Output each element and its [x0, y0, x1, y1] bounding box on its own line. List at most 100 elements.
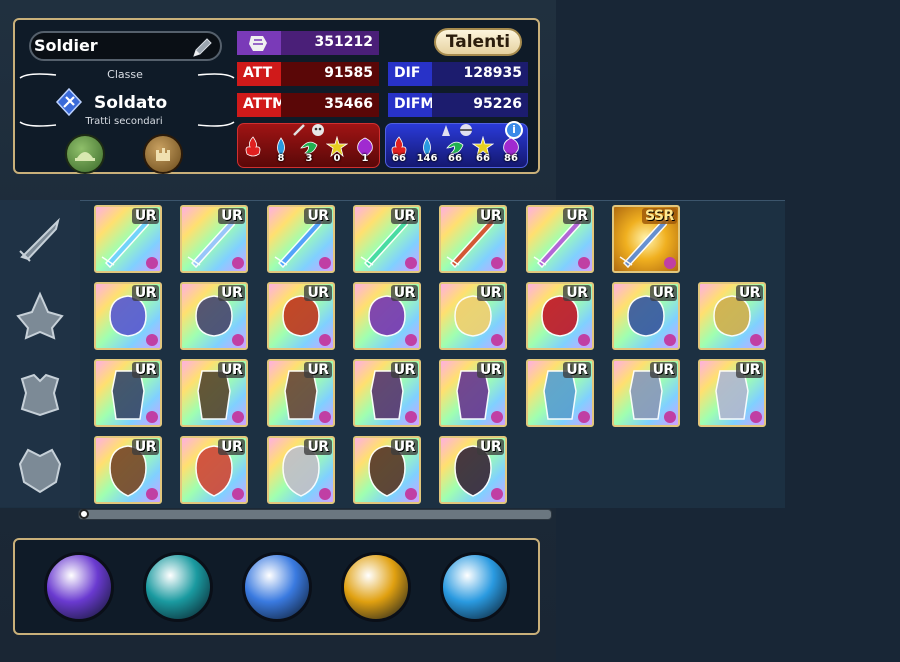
- rarity-badge: UR: [304, 208, 332, 224]
- equipment-item-accessory[interactable]: UR: [180, 282, 249, 350]
- equipment-item-accessory[interactable]: UR: [611, 282, 680, 350]
- def-label-box: DIF: [388, 62, 432, 86]
- att-label: ATT: [243, 65, 273, 81]
- rarity-badge: UR: [218, 208, 246, 224]
- class-name: Soldato: [94, 93, 168, 113]
- trait-green-button[interactable]: [65, 134, 105, 174]
- slot-badge-icon: [404, 334, 417, 346]
- talents-button[interactable]: Talenti: [434, 28, 522, 56]
- att-value: 91585: [324, 65, 373, 81]
- slot-badge-icon: [146, 334, 158, 346]
- equipment-item-armor[interactable]: UR: [611, 359, 680, 427]
- def-value: 128935: [463, 65, 522, 81]
- equipment-item-sword[interactable]: UR: [266, 205, 335, 273]
- rarity-badge: UR: [477, 439, 505, 455]
- element-resist-item: 66: [444, 136, 466, 176]
- rarity-badge: UR: [563, 285, 591, 301]
- fire-element-icon: [245, 136, 261, 157]
- rarity-badge: UR: [390, 208, 418, 224]
- slot-badge-icon: [577, 257, 590, 269]
- equipment-item-armor[interactable]: UR: [180, 359, 249, 427]
- equipment-item-sword[interactable]: UR: [94, 205, 162, 273]
- element-resist-item: 86: [500, 136, 522, 176]
- weapon-slot-icon: [19, 217, 60, 262]
- slot-badge-icon: [404, 411, 417, 423]
- slot-badge-icon: [146, 257, 158, 269]
- rarity-badge: SSR: [641, 208, 677, 224]
- slot-badge-icon: [577, 334, 590, 346]
- attm-label-box: ATTM: [237, 93, 286, 117]
- character-screen: Soldier Classe Soldato Tratti secondari …: [0, 0, 900, 662]
- equipment-item-armor[interactable]: UR: [439, 359, 508, 427]
- element-resist-item: 3: [298, 136, 320, 176]
- scroll-thumb[interactable]: [79, 509, 89, 519]
- slash-skill-icon[interactable]: [143, 552, 213, 622]
- att-value-box: 91585: [281, 62, 379, 86]
- def-label: DIF: [394, 65, 421, 81]
- slot-badge-icon: [146, 411, 158, 423]
- rarity-badge: UR: [131, 208, 159, 224]
- element-resist-item: 146: [416, 136, 438, 176]
- equipment-item-accessory[interactable]: UR: [525, 282, 594, 350]
- class-heading: Classe: [107, 68, 143, 81]
- equipment-item-armor[interactable]: UR: [352, 359, 421, 427]
- element-resist-item: 8: [270, 136, 292, 176]
- equipment-item-accessory[interactable]: UR: [352, 282, 421, 350]
- rarity-badge: UR: [304, 439, 332, 455]
- rarity-badge: UR: [390, 285, 418, 301]
- equipment-item-accessory[interactable]: UR: [266, 282, 335, 350]
- rarity-badge: UR: [218, 362, 246, 378]
- armor-slot-icon: [20, 373, 60, 417]
- equipment-item-accessory[interactable]: UR: [94, 282, 162, 350]
- equipment-item-accessory[interactable]: UR: [439, 282, 508, 350]
- equipment-item-portrait[interactable]: UR: [94, 436, 162, 504]
- equipment-item-accessory[interactable]: UR: [698, 282, 767, 350]
- element-resist-value: 86: [504, 153, 518, 164]
- rarity-badge: UR: [563, 208, 591, 224]
- equipment-item-sword[interactable]: UR: [180, 205, 249, 273]
- equipment-item-sword[interactable]: SSR: [611, 205, 680, 273]
- heart-skill-icon[interactable]: [242, 552, 312, 622]
- equipment-item-portrait[interactable]: UR: [266, 436, 335, 504]
- equipment-item-portrait[interactable]: UR: [439, 436, 508, 504]
- equipment-item-sword[interactable]: UR: [525, 205, 594, 273]
- ornament-right-bottom-icon: [197, 121, 235, 127]
- slot-badge-icon: [318, 257, 331, 269]
- hat-icon: [75, 152, 95, 161]
- equipment-item-armor[interactable]: UR: [525, 359, 594, 427]
- defm-label-box: DIFM: [388, 93, 435, 117]
- gauntlet-skill-icon[interactable]: [44, 552, 114, 622]
- ornament-right-icon: [197, 73, 235, 79]
- equipment-item-sword[interactable]: UR: [352, 205, 421, 273]
- pencil-icon[interactable]: [190, 36, 214, 60]
- equipment-item-portrait[interactable]: UR: [180, 436, 249, 504]
- attm-label: ATTM: [243, 96, 287, 112]
- equipment-item-armor[interactable]: UR: [94, 359, 162, 427]
- castle-icon: [156, 148, 170, 161]
- slot-badge-icon: [663, 411, 676, 423]
- character-name: Soldier: [34, 36, 98, 55]
- rarity-badge: UR: [649, 362, 677, 378]
- rarity-badge: UR: [131, 362, 159, 378]
- rarity-badge: UR: [477, 208, 505, 224]
- att-label-box: ATT: [237, 62, 281, 86]
- equipment-item-armor[interactable]: UR: [698, 359, 767, 427]
- wave-skill-icon[interactable]: [440, 552, 510, 622]
- soldier-class-icon: [55, 88, 83, 116]
- slot-badge-icon: [404, 488, 417, 500]
- equipment-scrollbar[interactable]: [78, 509, 552, 520]
- rarity-badge: UR: [735, 285, 764, 301]
- equipment-item-sword[interactable]: UR: [439, 205, 508, 273]
- trait-gold-button[interactable]: [143, 134, 183, 174]
- slot-badge-icon: [663, 257, 676, 269]
- fire-skill-icon[interactable]: [341, 552, 411, 622]
- defm-label: DIFM: [394, 96, 435, 112]
- equipment-item-armor[interactable]: UR: [266, 359, 335, 427]
- attm-value-box: 35466: [281, 93, 379, 117]
- equipment-item-portrait[interactable]: UR: [352, 436, 421, 504]
- element-resist-value: 1: [361, 153, 369, 164]
- power-icon-box: [237, 31, 281, 55]
- slot-badge-icon: [663, 334, 676, 346]
- element-resist-item: 0: [325, 135, 349, 176]
- element-resist-item: 1: [354, 136, 376, 176]
